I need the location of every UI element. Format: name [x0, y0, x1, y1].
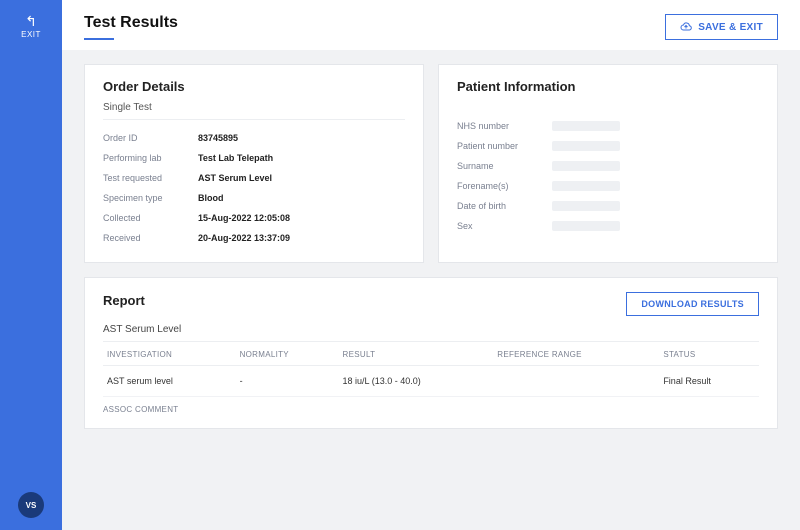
header: Test Results SAVE & EXIT [62, 0, 800, 50]
cell-normality: - [236, 366, 339, 397]
back-arrow-icon: ↰ [25, 14, 37, 28]
report-card: Report DOWNLOAD RESULTS AST Serum Level … [84, 277, 778, 429]
order-detail-value: 20-Aug-2022 13:37:09 [198, 233, 290, 243]
cell-investigation: AST serum level [103, 366, 236, 397]
title-underline [84, 38, 114, 40]
content: Order Details Single Test Order ID837458… [62, 50, 800, 530]
patient-info-row: Forename(s) [457, 176, 759, 196]
cell-reference-range [493, 366, 659, 397]
order-detail-label: Collected [103, 213, 198, 223]
order-details-subheading: Single Test [103, 102, 405, 120]
order-detail-label: Test requested [103, 173, 198, 183]
col-investigation: INVESTIGATION [103, 342, 236, 366]
patient-info-label: Surname [457, 161, 552, 171]
order-detail-row: Specimen typeBlood [103, 188, 405, 208]
report-heading: Report [103, 293, 145, 308]
cell-result: 18 iu/L (13.0 - 40.0) [339, 366, 494, 397]
order-detail-label: Received [103, 233, 198, 243]
table-row: AST serum level-18 iu/L (13.0 - 40.0) Fin… [103, 366, 759, 397]
download-results-button[interactable]: DOWNLOAD RESULTS [626, 292, 759, 316]
order-detail-row: Received20-Aug-2022 13:37:09 [103, 228, 405, 248]
user-badge[interactable]: VS [18, 492, 44, 518]
main: Test Results SAVE & EXIT Order Details S… [62, 0, 800, 530]
order-detail-row: Order ID83745895 [103, 128, 405, 148]
patient-info-row: Surname [457, 156, 759, 176]
patient-info-label: Sex [457, 221, 552, 231]
order-detail-label: Specimen type [103, 193, 198, 203]
results-table: INVESTIGATION NORMALITY RESULT REFERENCE… [103, 342, 759, 397]
report-subheading: AST Serum Level [103, 324, 759, 342]
order-detail-row: Test requestedAST Serum Level [103, 168, 405, 188]
patient-info-heading: Patient Information [457, 79, 759, 94]
redacted-value-placeholder [552, 221, 620, 231]
order-detail-label: Performing lab [103, 153, 198, 163]
patient-info-label: Patient number [457, 141, 552, 151]
order-detail-value: Test Lab Telepath [198, 153, 273, 163]
redacted-value-placeholder [552, 161, 620, 171]
col-reference-range: REFERENCE RANGE [493, 342, 659, 366]
patient-info-row: Patient number [457, 136, 759, 156]
redacted-value-placeholder [552, 181, 620, 191]
cloud-save-icon [680, 21, 692, 33]
order-detail-label: Order ID [103, 133, 198, 143]
exit-label: EXIT [21, 30, 41, 39]
save-exit-button[interactable]: SAVE & EXIT [665, 14, 778, 40]
patient-info-row: Sex [457, 216, 759, 236]
order-details-heading: Order Details [103, 79, 405, 94]
order-detail-value: 15-Aug-2022 12:05:08 [198, 213, 290, 223]
patient-info-label: Forename(s) [457, 181, 552, 191]
patient-info-label: NHS number [457, 121, 552, 131]
patient-info-label: Date of birth [457, 201, 552, 211]
col-normality: NORMALITY [236, 342, 339, 366]
order-detail-row: Performing labTest Lab Telepath [103, 148, 405, 168]
col-status: STATUS [659, 342, 759, 366]
order-detail-value: Blood [198, 193, 224, 203]
patient-info-row: NHS number [457, 116, 759, 136]
order-details-card: Order Details Single Test Order ID837458… [84, 64, 424, 263]
redacted-value-placeholder [552, 121, 620, 131]
page-title: Test Results [84, 14, 178, 32]
sidebar: ↰ EXIT VS [0, 0, 62, 530]
order-detail-value: 83745895 [198, 133, 238, 143]
exit-button[interactable]: ↰ EXIT [21, 14, 41, 39]
title-wrap: Test Results [84, 14, 178, 40]
patient-info-card: Patient Information NHS number Patient nu… [438, 64, 778, 263]
order-detail-row: Collected15-Aug-2022 12:05:08 [103, 208, 405, 228]
col-result: RESULT [339, 342, 494, 366]
save-exit-label: SAVE & EXIT [698, 22, 763, 33]
redacted-value-placeholder [552, 201, 620, 211]
cell-status: Final Result [659, 366, 759, 397]
assoc-comment-label: ASSOC COMMENT [103, 397, 759, 414]
redacted-value-placeholder [552, 141, 620, 151]
order-detail-value: AST Serum Level [198, 173, 272, 183]
patient-info-row: Date of birth [457, 196, 759, 216]
